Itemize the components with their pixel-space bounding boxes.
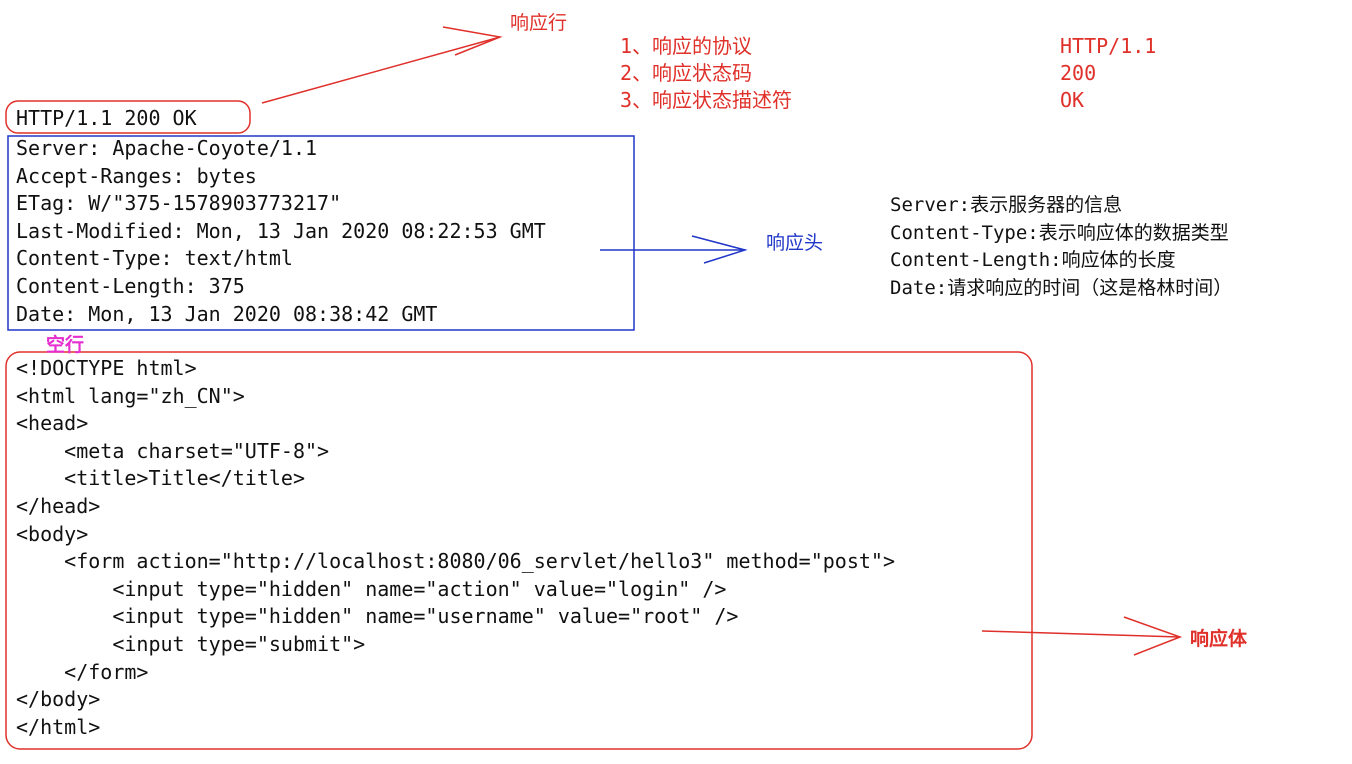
header-line: Content-Type: text/html — [16, 246, 293, 271]
body-line: <input type="hidden" name="username" val… — [16, 604, 739, 629]
header-line: Content-Length: 375 — [16, 273, 245, 298]
status-line: HTTP/1.1 200 OK — [16, 106, 197, 130]
label-response-line: 响应行 — [510, 12, 568, 34]
header-line: Last-Modified: Mon, 13 Jan 2020 08:22:53… — [16, 218, 546, 243]
header-line: Accept-Ranges: bytes — [16, 163, 257, 188]
status-values: HTTP/1.1 200 OK — [1060, 33, 1156, 114]
body-line: <html lang="zh_CN"> — [16, 383, 245, 408]
label-response-header: 响应头 — [766, 232, 824, 254]
label-response-body: 响应体 — [1190, 628, 1248, 650]
body-line: </form> — [16, 659, 149, 684]
status-value-code: 200 — [1060, 61, 1097, 85]
body-line: <title>Title</title> — [16, 466, 305, 491]
header-notes: Server:表示服务器的信息 Content-Type:表示响应体的数据类型 … — [890, 192, 1232, 302]
header-line: Date: Mon, 13 Jan 2020 08:38:42 GMT — [16, 301, 438, 326]
arrow-response-header — [600, 235, 748, 264]
body-line: </body> — [16, 687, 101, 712]
body-line: <input type="submit"> — [16, 631, 366, 656]
header-line: ETag: W/"375-1578903773217" — [16, 191, 342, 216]
body-line: <head> — [16, 411, 89, 436]
body-line: </head> — [16, 493, 101, 518]
header-note: Date:请求响应的时间（这是格林时间） — [890, 276, 1233, 299]
status-value-protocol: HTTP/1.1 — [1060, 34, 1157, 58]
status-note-desc: 3、响应状态描述符 — [620, 88, 793, 112]
status-value-desc: OK — [1060, 88, 1085, 112]
body-line: <form action="http://localhost:8080/06_s… — [16, 549, 895, 574]
arrow-response-line — [261, 26, 503, 104]
body-line: </html> — [16, 714, 101, 739]
status-notes: 1、响应的协议 2、响应状态码 3、响应状态描述符 — [620, 33, 792, 114]
status-note-code: 2、响应状态码 — [620, 61, 753, 85]
arrow-response-body — [981, 616, 1183, 656]
body-line: <input type="hidden" name="action" value… — [16, 576, 727, 601]
header-line: Server: Apache-Coyote/1.1 — [16, 136, 318, 160]
body-line: <body> — [16, 521, 89, 546]
status-note-protocol: 1、响应的协议 — [620, 34, 753, 58]
label-empty-line: 空行 — [46, 334, 85, 356]
header-note: Server:表示服务器的信息 — [890, 194, 1123, 216]
body-line: <meta charset="UTF-8"> — [16, 438, 330, 463]
body-line: <!DOCTYPE html> — [16, 356, 197, 380]
header-note: Content-Type:表示响应体的数据类型 — [890, 221, 1229, 244]
response-headers: Server: Apache-Coyote/1.1 Accept-Ranges:… — [16, 135, 546, 328]
response-body: <!DOCTYPE html> <html lang="zh_CN"> <hea… — [16, 355, 895, 741]
header-note: Content-Length:响应体的长度 — [890, 249, 1176, 271]
